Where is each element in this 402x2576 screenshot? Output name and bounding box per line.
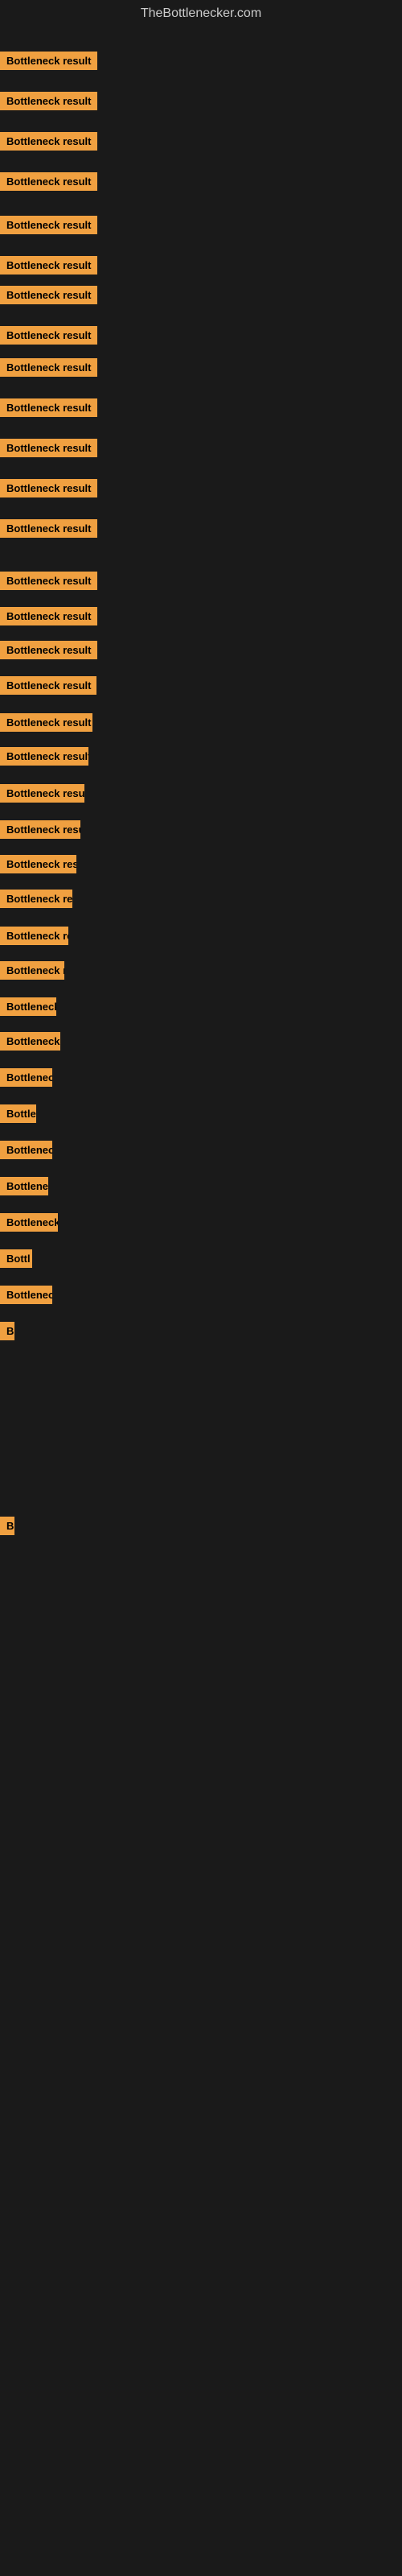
list-item: Bottleneck result xyxy=(0,747,88,770)
list-item: Bottleneck xyxy=(0,997,56,1020)
list-item: Bottle xyxy=(0,1104,36,1127)
bottleneck-result-badge[interactable]: Bottleneck res xyxy=(0,1032,60,1051)
site-title: TheBottlenecker.com xyxy=(0,0,402,27)
list-item: Bottleneck result xyxy=(0,519,97,542)
bottleneck-result-badge[interactable]: Bottlenec xyxy=(0,1068,52,1087)
list-item: Bottlenec xyxy=(0,1068,52,1091)
bottleneck-result-badge[interactable]: Bottleneck result xyxy=(0,820,80,839)
bottleneck-result-badge[interactable]: Bottleneck result xyxy=(0,519,97,538)
bottleneck-result-badge[interactable]: Bottleneck result xyxy=(0,676,96,695)
list-item: Bottleneck result xyxy=(0,256,97,279)
bottleneck-result-badge[interactable]: Bottleneck result xyxy=(0,92,97,110)
list-item: Bottleneck result xyxy=(0,641,97,663)
bottleneck-result-badge[interactable]: Bottleneck result xyxy=(0,479,97,497)
list-item: Bottleneck result xyxy=(0,927,68,949)
list-item: Bottlene xyxy=(0,1177,48,1199)
bottleneck-result-badge[interactable]: Bottleneck result xyxy=(0,607,97,625)
list-item: Bottleneck result xyxy=(0,398,97,421)
list-item: Bottleneck result xyxy=(0,52,97,74)
bottleneck-result-badge[interactable]: Bottlene xyxy=(0,1177,48,1195)
bottleneck-result-badge[interactable]: Bottleneck result xyxy=(0,572,97,590)
list-item: Bottlenec xyxy=(0,1286,52,1308)
bottleneck-result-badge[interactable]: Bottleneck result xyxy=(0,132,97,151)
list-item: Bottleneck result xyxy=(0,286,97,308)
bottleneck-result-badge[interactable]: Bottle xyxy=(0,1104,36,1123)
list-item: Bottleneck result xyxy=(0,572,97,594)
bottleneck-result-badge[interactable]: Bottleneck result xyxy=(0,439,97,457)
list-item: Bottleneck result xyxy=(0,784,84,807)
list-item: Bottleneck resu xyxy=(0,961,64,984)
bottleneck-result-badge[interactable]: Bottleneck result xyxy=(0,713,92,732)
list-item: Bottl xyxy=(0,1249,32,1272)
bottleneck-result-badge[interactable]: Bottleneck result xyxy=(0,855,76,873)
list-item: Bottleneck result xyxy=(0,479,97,502)
bottleneck-result-badge[interactable]: Bottleneck xyxy=(0,997,56,1016)
list-item: Bottleneck result xyxy=(0,890,72,912)
list-item: Bottleneck result xyxy=(0,326,97,349)
list-item: B xyxy=(0,1517,14,1539)
bottleneck-result-badge[interactable]: Bottleneck result xyxy=(0,256,97,275)
bottleneck-result-badge[interactable]: Bottleneck resu xyxy=(0,961,64,980)
list-item: B xyxy=(0,1322,14,1344)
list-item: Bottleneck result xyxy=(0,676,96,699)
bottleneck-result-badge[interactable]: Bottlenec xyxy=(0,1141,52,1159)
list-item: Bottleneck result xyxy=(0,439,97,461)
list-item: Bottleneck result xyxy=(0,607,97,630)
list-item: Bottlenec xyxy=(0,1141,52,1163)
list-item: Bottleneck result xyxy=(0,132,97,155)
bottleneck-result-badge[interactable]: Bottleneck r xyxy=(0,1213,58,1232)
list-item: Bottleneck result xyxy=(0,92,97,114)
list-item: Bottleneck result xyxy=(0,216,97,238)
bottleneck-result-badge[interactable]: Bottleneck result xyxy=(0,52,97,70)
bottleneck-result-badge[interactable]: Bottleneck result xyxy=(0,927,68,945)
bottleneck-result-badge[interactable]: Bottleneck result xyxy=(0,358,97,377)
bottleneck-result-badge[interactable]: Bottleneck result xyxy=(0,326,97,345)
bottleneck-result-badge[interactable]: Bottleneck result xyxy=(0,286,97,304)
list-item: Bottleneck result xyxy=(0,172,97,195)
bottleneck-result-badge[interactable]: Bottl xyxy=(0,1249,32,1268)
list-item: Bottleneck r xyxy=(0,1213,58,1236)
bottleneck-result-badge[interactable]: B xyxy=(0,1322,14,1340)
bottleneck-result-badge[interactable]: Bottleneck result xyxy=(0,747,88,766)
bottleneck-result-badge[interactable]: Bottleneck result xyxy=(0,216,97,234)
list-item: Bottleneck result xyxy=(0,713,92,736)
bottleneck-result-badge[interactable]: Bottleneck result xyxy=(0,172,97,191)
bottleneck-result-badge[interactable]: B xyxy=(0,1517,14,1535)
bottleneck-result-badge[interactable]: Bottleneck result xyxy=(0,784,84,803)
bottleneck-result-badge[interactable]: Bottleneck result xyxy=(0,890,72,908)
bottleneck-result-badge[interactable]: Bottlenec xyxy=(0,1286,52,1304)
bottleneck-result-badge[interactable]: Bottleneck result xyxy=(0,398,97,417)
list-item: Bottleneck res xyxy=(0,1032,60,1055)
list-item: Bottleneck result xyxy=(0,855,76,877)
list-item: Bottleneck result xyxy=(0,358,97,381)
bottleneck-result-badge[interactable]: Bottleneck result xyxy=(0,641,97,659)
list-item: Bottleneck result xyxy=(0,820,80,843)
